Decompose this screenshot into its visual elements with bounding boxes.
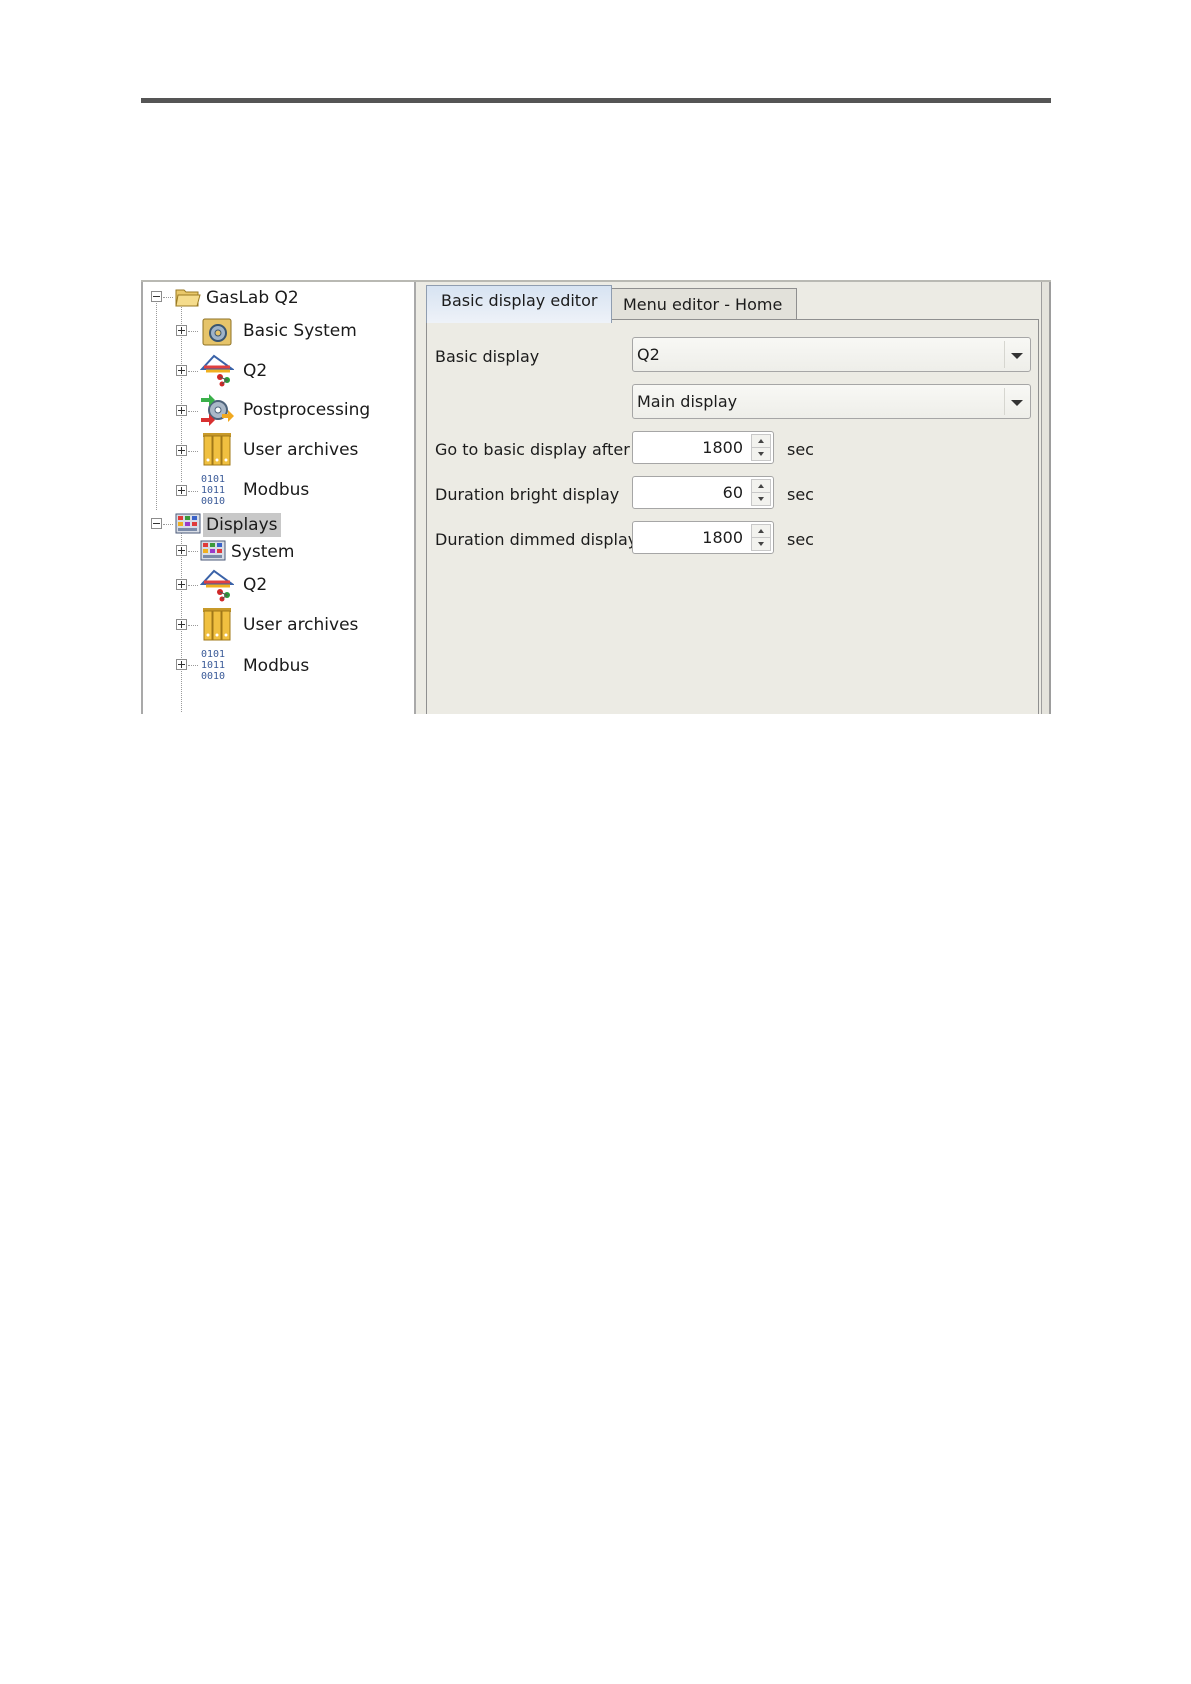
- tree-line: [188, 625, 198, 626]
- tree-line: [163, 297, 173, 298]
- increment-icon[interactable]: [751, 524, 771, 538]
- tree-line: [156, 300, 157, 510]
- tab-menu-editor-home[interactable]: Menu editor - Home: [608, 288, 798, 321]
- expand-toggle[interactable]: [176, 579, 187, 590]
- goto-basic-display-stepper[interactable]: 1800: [632, 431, 774, 464]
- tree-item-label[interactable]: Q2: [243, 359, 267, 383]
- page-header-rule: [141, 98, 1051, 103]
- folder-open-icon: [175, 285, 201, 309]
- unit-label: sec: [787, 530, 814, 549]
- svg-text:0101: 0101: [201, 649, 225, 660]
- increment-icon[interactable]: [751, 479, 771, 493]
- basic-display-editor-panel: Basic display Q2 Main display Go to basi…: [426, 319, 1039, 714]
- chevron-down-icon[interactable]: [1004, 341, 1028, 368]
- display-grid-icon: [200, 539, 226, 563]
- duration-bright-label: Duration bright display: [435, 485, 620, 504]
- expand-toggle[interactable]: [176, 405, 187, 416]
- expand-toggle[interactable]: [176, 659, 187, 670]
- tree-item-label[interactable]: Modbus: [243, 654, 309, 678]
- goto-basic-display-label: Go to basic display after: [435, 440, 630, 459]
- window-right-edge: [1041, 282, 1051, 714]
- tree-line: [188, 585, 198, 586]
- archive-binders-icon: [200, 432, 234, 466]
- unit-label: sec: [787, 485, 814, 504]
- chevron-down-icon[interactable]: [1004, 388, 1028, 415]
- collapse-toggle[interactable]: [151, 518, 162, 529]
- expand-toggle[interactable]: [176, 325, 187, 336]
- tree-line: [163, 524, 173, 525]
- tab-basic-display-editor[interactable]: Basic display editor: [426, 285, 613, 323]
- expand-toggle[interactable]: [176, 485, 187, 496]
- duration-dimmed-label: Duration dimmed display: [435, 530, 638, 549]
- tree-item-label[interactable]: Modbus: [243, 478, 309, 502]
- spectrum-icon: [200, 568, 234, 602]
- tree-item-root-label[interactable]: GasLab Q2: [206, 286, 299, 310]
- basic-display-label: Basic display: [435, 347, 540, 366]
- duration-bright-stepper[interactable]: 60: [632, 476, 774, 509]
- duration-dimmed-value[interactable]: 1800: [702, 522, 743, 553]
- tree-item-label[interactable]: User archives: [243, 613, 358, 637]
- binary-data-icon: 0101 1011 0010: [200, 472, 234, 506]
- expand-toggle[interactable]: [176, 445, 187, 456]
- tree-line: [188, 411, 198, 412]
- tree-item-label[interactable]: Postprocessing: [243, 398, 370, 422]
- tree-line: [188, 451, 198, 452]
- tree-item-label[interactable]: System: [231, 540, 294, 564]
- tree-item-label[interactable]: User archives: [243, 438, 358, 462]
- tree-line: [188, 331, 198, 332]
- goto-basic-display-value[interactable]: 1800: [702, 432, 743, 463]
- tree-line: [188, 491, 198, 492]
- gear-box-icon: [200, 314, 234, 348]
- unit-label: sec: [787, 440, 814, 459]
- basic-display-select-value: Q2: [637, 345, 660, 364]
- decrement-icon[interactable]: [751, 447, 771, 461]
- duration-bright-value[interactable]: 60: [723, 477, 743, 508]
- navigation-tree: GasLab Q2 Basic System Q2 Postprocessing…: [141, 282, 416, 714]
- duration-dimmed-stepper[interactable]: 1800: [632, 521, 774, 554]
- expand-toggle[interactable]: [176, 545, 187, 556]
- expand-toggle[interactable]: [176, 365, 187, 376]
- tree-item-label[interactable]: Q2: [243, 573, 267, 597]
- increment-icon[interactable]: [751, 434, 771, 448]
- svg-text:1011: 1011: [201, 660, 225, 671]
- display-page-select[interactable]: Main display: [632, 384, 1031, 419]
- svg-text:0010: 0010: [201, 496, 225, 506]
- tree-line: [188, 371, 198, 372]
- decrement-icon[interactable]: [751, 537, 771, 551]
- archive-binders-icon: [200, 607, 234, 641]
- svg-text:0010: 0010: [201, 671, 225, 681]
- tree-line: [188, 551, 198, 552]
- expand-toggle[interactable]: [176, 619, 187, 630]
- tree-item-label[interactable]: Basic System: [243, 319, 357, 343]
- svg-text:1011: 1011: [201, 485, 225, 496]
- basic-display-select[interactable]: Q2: [632, 337, 1031, 372]
- collapse-toggle[interactable]: [151, 291, 162, 302]
- decrement-icon[interactable]: [751, 492, 771, 506]
- tree-line: [188, 665, 198, 666]
- display-page-select-value: Main display: [637, 392, 738, 411]
- application-window: GasLab Q2 Basic System Q2 Postprocessing…: [141, 280, 1051, 714]
- gears-arrows-icon: [200, 392, 234, 426]
- display-grid-icon: [175, 512, 201, 536]
- spectrum-icon: [200, 353, 234, 387]
- svg-text:0101: 0101: [201, 474, 225, 485]
- tree-item-displays-label[interactable]: Displays: [203, 513, 281, 537]
- binary-data-icon: 0101 1011 0010: [200, 647, 234, 681]
